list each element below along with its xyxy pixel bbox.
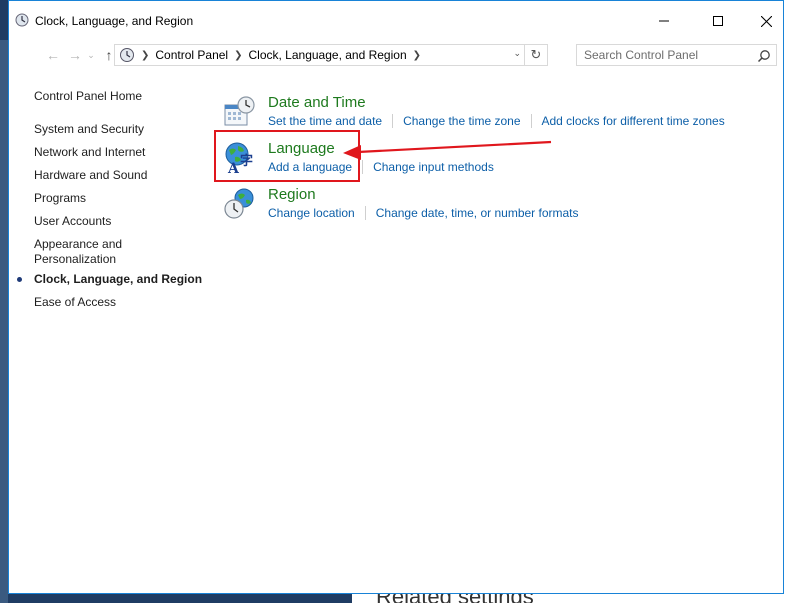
- breadcrumb-control-panel[interactable]: Control Panel: [155, 48, 228, 62]
- sidebar-item-network-internet[interactable]: Network and Internet: [34, 145, 174, 160]
- background-settings-strip: Related settings: [352, 594, 796, 603]
- link-divider: [392, 114, 394, 128]
- breadcrumb-clock-language-region[interactable]: Clock, Language, and Region: [249, 48, 407, 62]
- back-button[interactable]: ←: [43, 45, 63, 65]
- refresh-icon: ↻: [530, 47, 542, 62]
- window-title: Clock, Language, and Region: [35, 14, 194, 28]
- search-input[interactable]: [576, 44, 777, 66]
- close-icon: [760, 15, 772, 27]
- annotation-highlight-box: [214, 130, 360, 182]
- region-links: Change location Change date, time, or nu…: [268, 206, 579, 220]
- date-time-links: Set the time and date Change the time zo…: [268, 114, 725, 128]
- background-related-settings-text: Related settings: [376, 594, 534, 603]
- category-title-date-time[interactable]: Date and Time: [268, 94, 366, 111]
- recent-locations-button[interactable]: ⌄: [85, 45, 97, 65]
- sidebar-item-programs[interactable]: Programs: [34, 191, 174, 206]
- link-add-clocks[interactable]: Add clocks for different time zones: [542, 114, 725, 128]
- search-icon[interactable]: [757, 49, 771, 63]
- title-bar[interactable]: Clock, Language, and Region: [9, 1, 783, 41]
- chevron-down-icon: ⌄: [87, 49, 95, 60]
- category-date-time: Date and Time Set the time and date Chan…: [219, 91, 779, 135]
- category-region: Region Change location Change date, time…: [219, 183, 779, 227]
- breadcrumb-separator-icon: ❯: [234, 49, 243, 61]
- up-arrow-icon: ↑: [105, 47, 113, 63]
- link-divider: [362, 160, 364, 174]
- address-bar[interactable]: ❯ Control Panel ❯ Clock, Language, and R…: [114, 44, 548, 66]
- sidebar-item-hardware-sound[interactable]: Hardware and Sound: [34, 168, 174, 183]
- link-change-input-methods[interactable]: Change input methods: [373, 160, 494, 174]
- link-divider: [530, 114, 532, 128]
- background-window-edge: [782, 0, 796, 603]
- control-panel-icon: [120, 48, 134, 62]
- maximize-icon: [713, 16, 723, 26]
- refresh-button[interactable]: ↻: [524, 45, 547, 65]
- forward-arrow-icon: →: [68, 47, 82, 63]
- sidebar-control-panel-home[interactable]: Control Panel Home: [34, 89, 174, 104]
- link-change-formats[interactable]: Change date, time, or number formats: [376, 206, 579, 220]
- category-title-region[interactable]: Region: [268, 186, 316, 203]
- sidebar-item-user-accounts[interactable]: User Accounts: [34, 214, 174, 229]
- close-button[interactable]: [743, 1, 789, 41]
- desktop-background: [0, 40, 8, 603]
- breadcrumb-separator-icon[interactable]: ❯: [413, 50, 421, 61]
- sidebar-item-system-security[interactable]: System and Security: [34, 122, 174, 137]
- current-item-bullet-icon: [17, 277, 22, 282]
- region-globe-clock-icon[interactable]: [223, 187, 257, 221]
- clock-language-region-icon: [15, 13, 29, 27]
- maximize-button[interactable]: [695, 1, 741, 41]
- minimize-icon: [659, 20, 669, 22]
- breadcrumb-separator-icon: ❯: [141, 49, 150, 61]
- sidebar-item-appearance-personalization[interactable]: Appearance and Personalization: [34, 237, 174, 267]
- sidebar-item-clock-language-region[interactable]: Clock, Language, and Region: [34, 272, 204, 287]
- calendar-clock-icon[interactable]: [223, 95, 257, 129]
- link-change-time-zone[interactable]: Change the time zone: [403, 114, 520, 128]
- address-dropdown-icon[interactable]: ⌄: [513, 48, 521, 59]
- link-set-time-date[interactable]: Set the time and date: [268, 114, 382, 128]
- control-panel-window: Clock, Language, and Region ← → ⌄ ↑ ❯ Co…: [8, 0, 784, 594]
- sidebar-item-ease-of-access[interactable]: Ease of Access: [34, 295, 174, 310]
- link-change-location[interactable]: Change location: [268, 206, 355, 220]
- navigation-bar: ← → ⌄ ↑ ❯ Control Panel ❯ Clock, Languag…: [9, 41, 783, 69]
- forward-button[interactable]: →: [65, 45, 85, 65]
- minimize-button[interactable]: [641, 1, 687, 41]
- link-divider: [364, 206, 366, 220]
- back-arrow-icon: ←: [46, 47, 60, 63]
